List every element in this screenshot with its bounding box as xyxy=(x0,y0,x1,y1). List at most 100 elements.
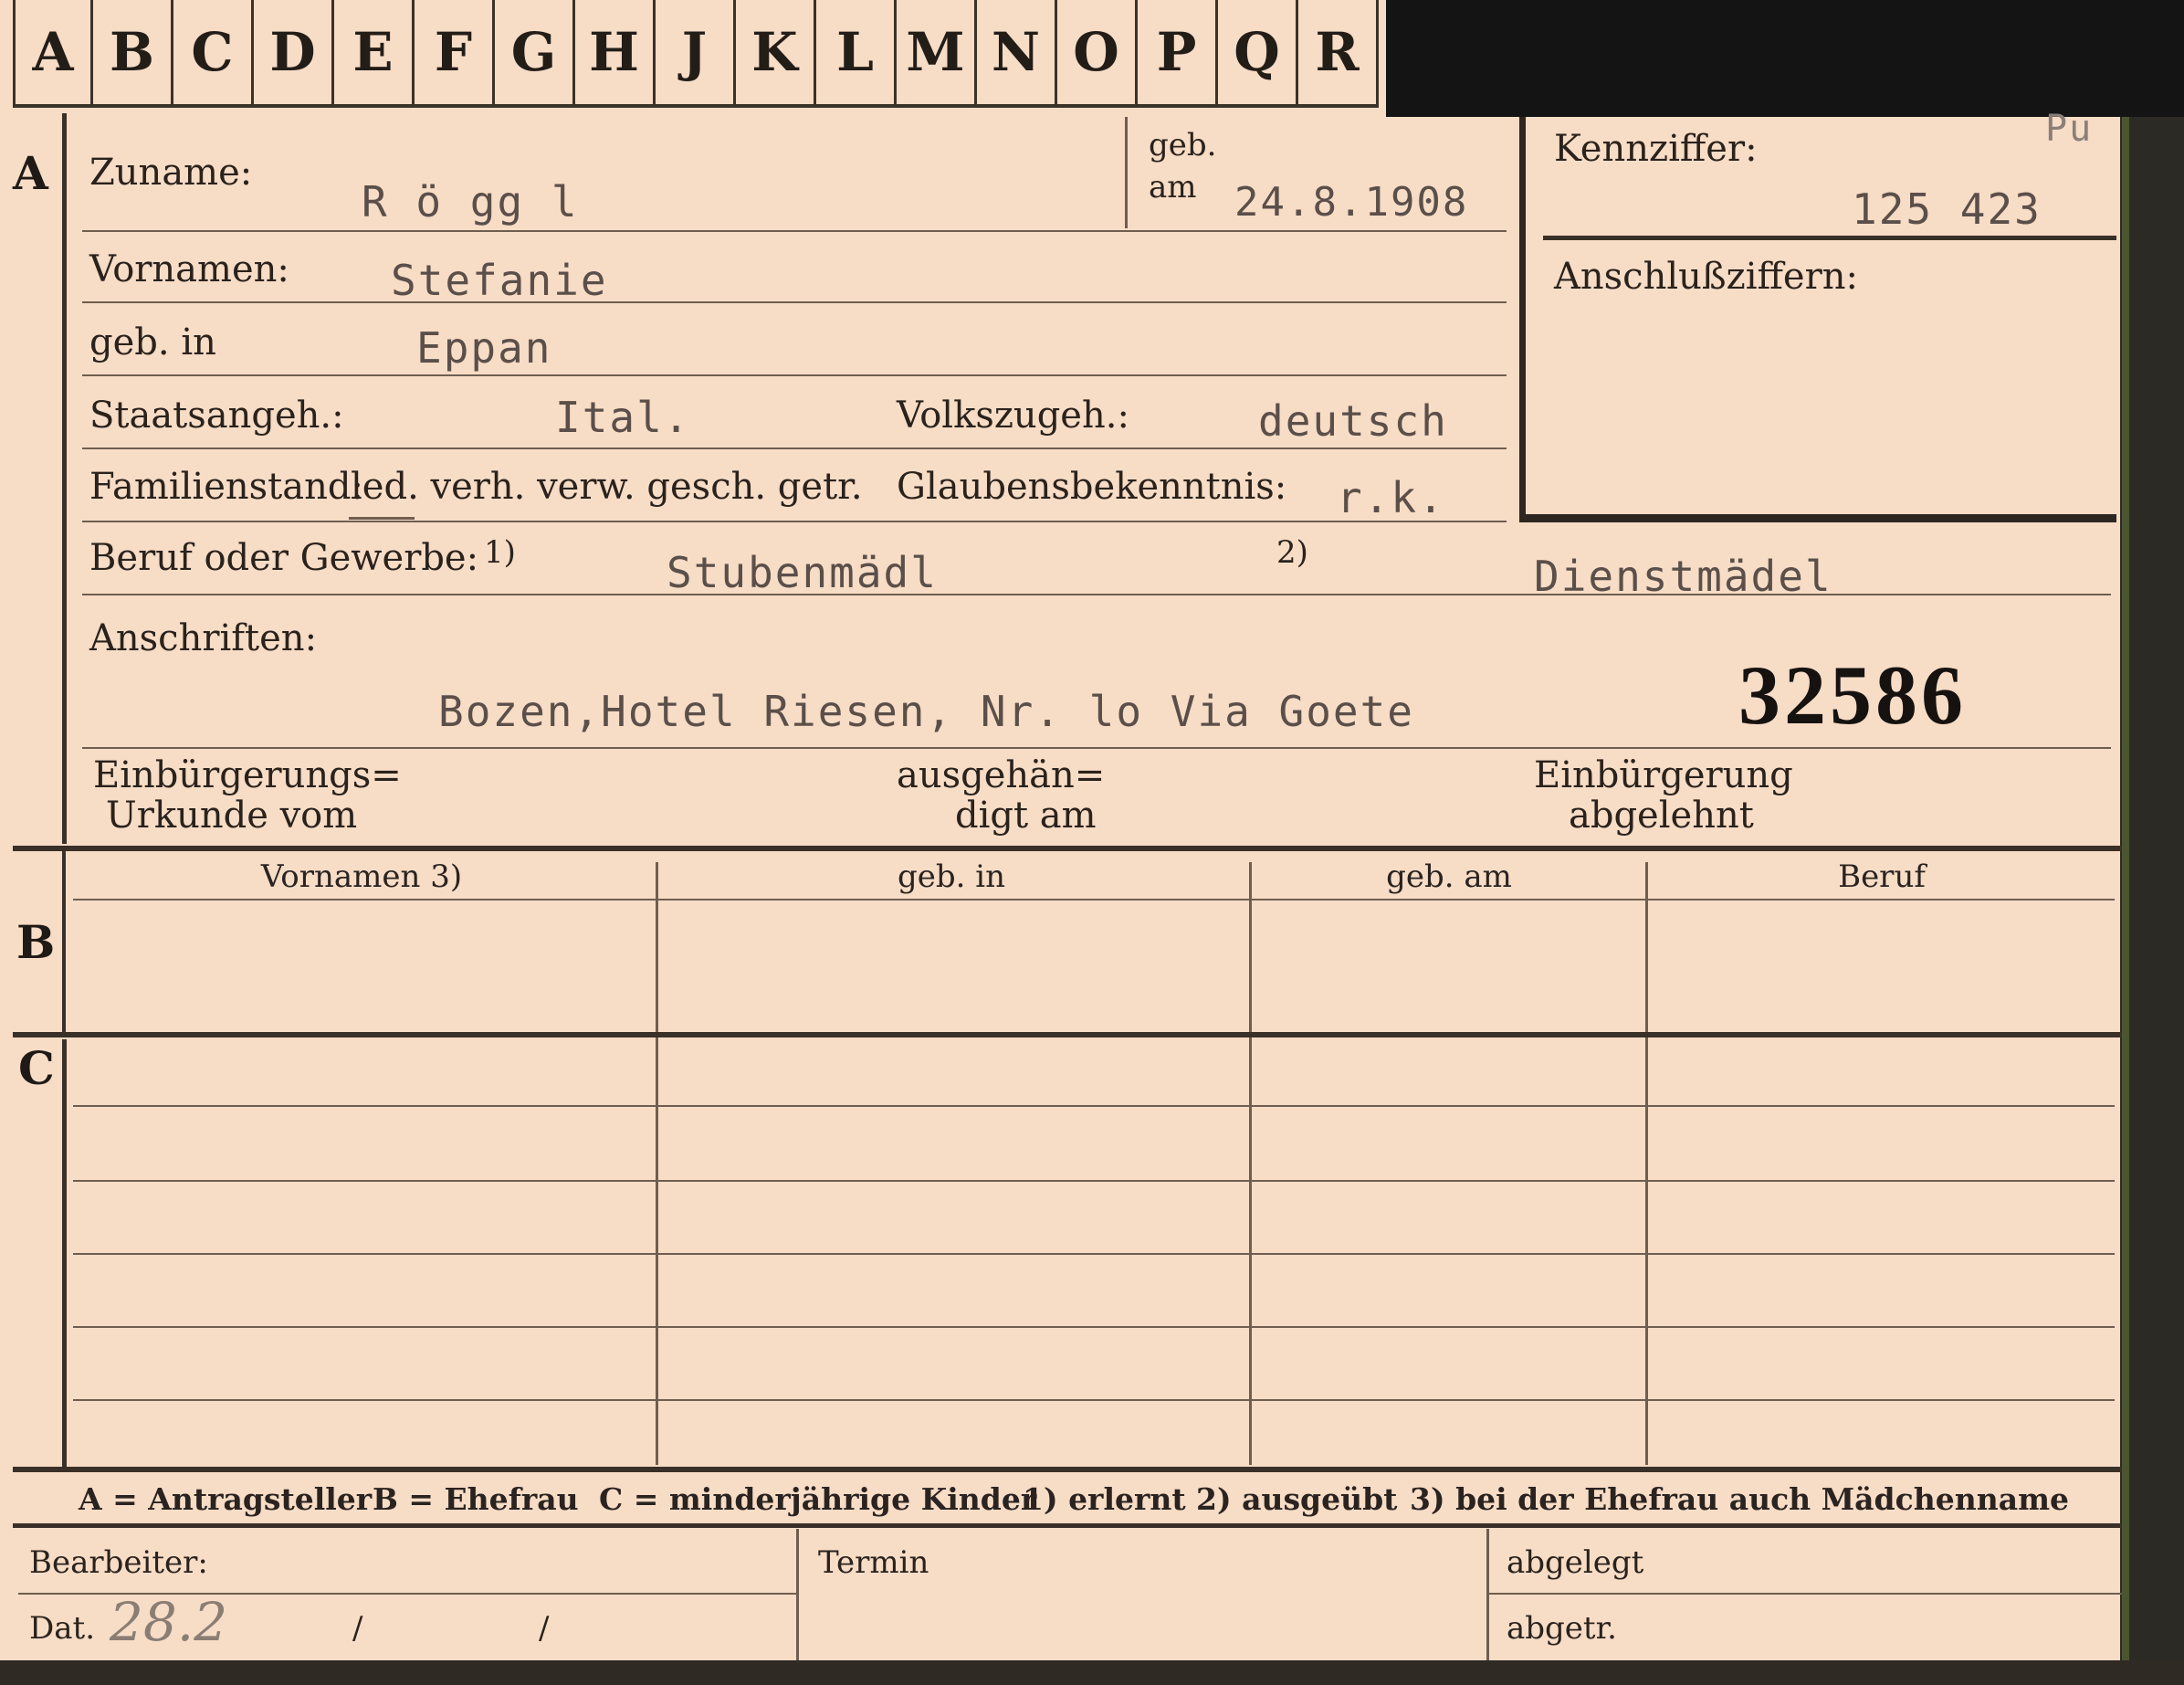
kennziffer-value: 125 423 xyxy=(1852,184,2042,234)
row-rule xyxy=(82,594,2111,595)
volkszugeh-label: Volkszugeh.: xyxy=(897,395,1129,437)
alphabet-tab: F xyxy=(415,0,495,108)
einbuergerung-abgelehnt-line2: abgelehnt xyxy=(1569,795,1754,837)
einbuergerung-urkunde-line1: Einbürgerungs= xyxy=(93,754,402,796)
alphabet-tab: R xyxy=(1298,0,1379,108)
table-row xyxy=(73,1399,2115,1401)
registration-number-stamp: 32586 xyxy=(1738,648,1967,742)
alphabet-tab: N xyxy=(977,0,1057,108)
ausgehaendigt-line1: ausgehän= xyxy=(897,754,1106,796)
familienstand-underline xyxy=(349,517,415,520)
beruf-label: Beruf oder Gewerbe: xyxy=(89,537,479,579)
beruf-note2: 2) xyxy=(1276,534,1308,571)
legend-bottom-rule xyxy=(13,1523,2122,1528)
row-rule xyxy=(82,374,1507,376)
alphabet-tab: M xyxy=(897,0,977,108)
alphabet-tab: E xyxy=(334,0,415,108)
alphabet-tab: L xyxy=(816,0,897,108)
beruf-value1: Stubenmädl xyxy=(667,548,938,597)
date-slash: / xyxy=(352,1610,363,1647)
familienstand-options: led. verh. verw. gesch. getr. xyxy=(351,466,863,508)
section-separator xyxy=(13,1032,2122,1037)
termin-label: Termin xyxy=(818,1544,929,1581)
zuname-label: Zuname: xyxy=(89,152,253,194)
alphabet-tab: K xyxy=(736,0,816,108)
legend-note1: 1) erlernt xyxy=(1023,1481,1186,1517)
legend-note3: 3) bei der Ehefrau auch Mädchenname xyxy=(1410,1481,2069,1517)
row-rule xyxy=(82,230,1507,232)
alphabet-tab: G xyxy=(495,0,575,108)
ausgehaendigt-line2: digt am xyxy=(955,795,1097,837)
staatsangeh-value: Ital. xyxy=(555,393,691,442)
abgetr-label: abgetr. xyxy=(1507,1610,1617,1647)
alphabet-tab: C xyxy=(173,0,254,108)
section-separator xyxy=(13,846,2122,851)
geb-in-label: geb. in xyxy=(89,321,216,363)
alphabet-tab: D xyxy=(254,0,334,108)
footer-divider xyxy=(796,1529,799,1660)
alphabet-tab: B xyxy=(93,0,173,108)
legend-c: C = minderjährige Kinder xyxy=(599,1481,1037,1517)
kennziffer-label: Kennziffer: xyxy=(1554,128,1758,170)
dat-handwritten-value: 28.2 xyxy=(110,1591,228,1653)
anschriften-value: Bozen,Hotel Riesen, Nr. lo Via Goete xyxy=(438,687,1414,736)
section-a-letter: A xyxy=(13,146,48,200)
column-header-beruf: Beruf xyxy=(1838,858,1926,895)
row-rule xyxy=(82,521,1507,522)
section-a-left-rule xyxy=(62,113,67,844)
table-row xyxy=(73,1326,2115,1328)
staatsangeh-label: Staatsangeh.: xyxy=(89,395,344,437)
table-row xyxy=(73,1180,2115,1182)
row-rule xyxy=(82,448,1507,449)
section-b-left-rule xyxy=(62,851,66,1034)
background-corner xyxy=(1386,0,2184,117)
glaubens-label: Glaubensbekenntnis: xyxy=(897,466,1287,508)
abgelegt-label: abgelegt xyxy=(1507,1544,1644,1581)
alphabet-tab: A xyxy=(13,0,93,108)
glaubens-value: r.k. xyxy=(1337,473,1445,522)
kennziffer-rule xyxy=(1543,236,2116,240)
dat-label: Dat. xyxy=(29,1610,96,1647)
einbuergerung-urkunde-line2: Urkunde vom xyxy=(106,795,358,837)
footer-rule xyxy=(1488,1593,2122,1595)
geb-in-value: Eppan xyxy=(416,323,552,373)
legend-a: A = Antragsteller xyxy=(79,1481,373,1517)
section-c-letter: C xyxy=(18,1041,55,1095)
column-header-geb-in: geb. in xyxy=(897,858,1006,895)
column-divider xyxy=(1249,862,1252,1465)
kennziffer-mark: Pu xyxy=(2045,108,2094,150)
anschriften-label: Anschriften: xyxy=(89,617,318,659)
alphabet-tab: Q xyxy=(1218,0,1298,108)
background-edge xyxy=(2120,117,2184,1685)
geb-divider xyxy=(1125,117,1128,228)
bearbeiter-label: Bearbeiter: xyxy=(29,1544,208,1581)
geb-am-value: 24.8.1908 xyxy=(1234,179,1469,226)
am-label: am xyxy=(1149,169,1197,205)
geb-label: geb. xyxy=(1149,127,1217,163)
table-row xyxy=(73,1105,2115,1107)
row-rule xyxy=(82,301,1507,303)
table-header-rule xyxy=(73,899,2115,900)
section-c-left-rule xyxy=(62,1039,67,1469)
column-divider xyxy=(1645,862,1648,1465)
row-rule xyxy=(82,747,2111,749)
alphabet-tab: H xyxy=(575,0,656,108)
alphabet-tab: J xyxy=(656,0,736,108)
legend-b: B = Ehefrau xyxy=(373,1481,579,1517)
alphabet-tab: P xyxy=(1138,0,1218,108)
footer-divider xyxy=(1486,1529,1489,1660)
card-bottom-edge xyxy=(0,1660,2184,1685)
einbuergerung-abgelehnt-line1: Einbürgerung xyxy=(1534,754,1793,796)
table-row xyxy=(73,1253,2115,1255)
registration-card: A B C D E F G H J K L M N O P Q R A B C … xyxy=(0,0,2184,1685)
card-right-border xyxy=(2122,117,2129,1669)
column-header-geb-am: geb. am xyxy=(1386,858,1512,895)
beruf-note1: 1) xyxy=(484,534,516,571)
legend-note2: 2) ausgeübt xyxy=(1196,1481,1398,1517)
legend-top-rule xyxy=(13,1467,2122,1472)
alphabet-tab: O xyxy=(1057,0,1138,108)
date-slash: / xyxy=(539,1610,550,1647)
anschluss-label: Anschlußziffern: xyxy=(1554,256,1858,298)
volkszugeh-value: deutsch xyxy=(1258,396,1448,446)
vornamen-label: Vornamen: xyxy=(89,248,289,290)
